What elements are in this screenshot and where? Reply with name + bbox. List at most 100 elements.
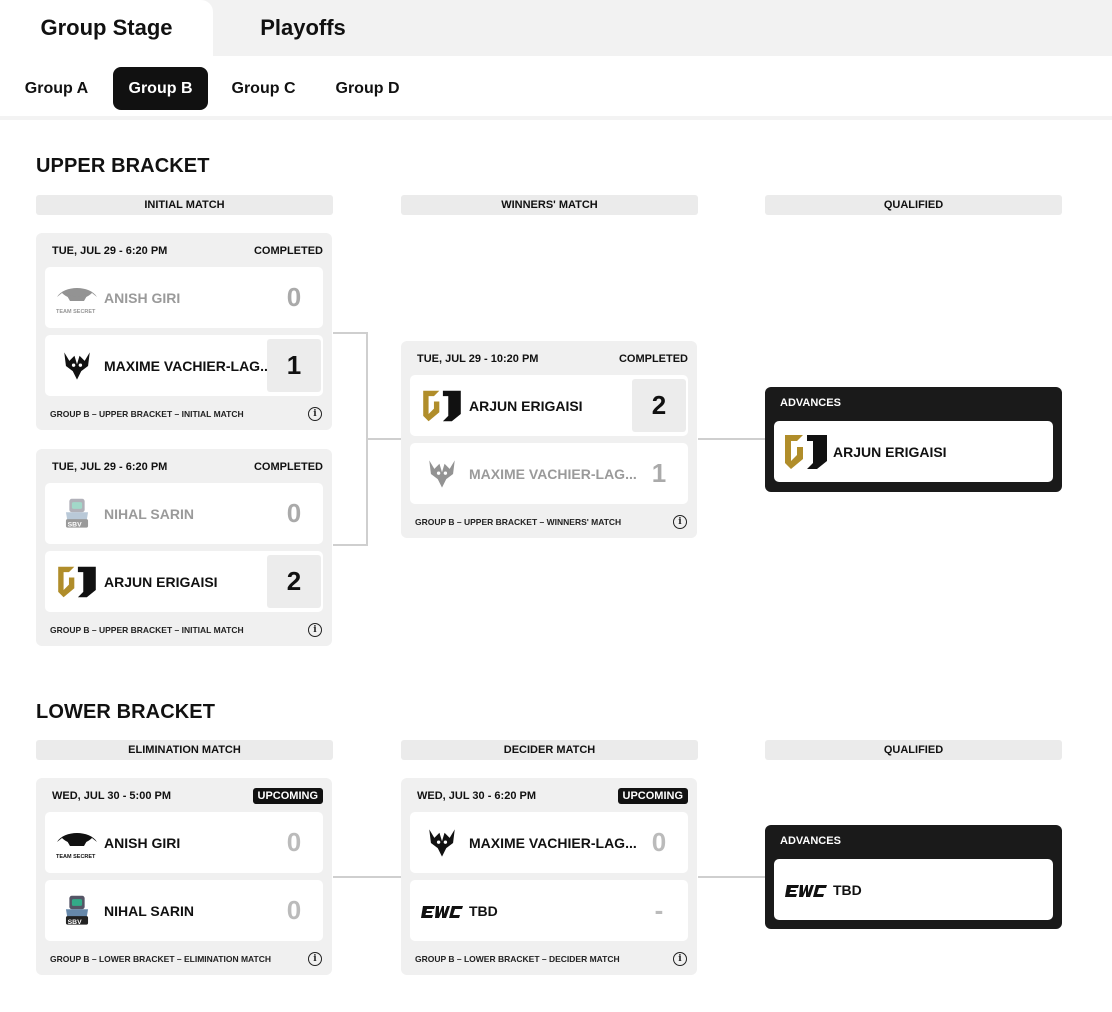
team-score: - — [654, 895, 664, 925]
team-name: MAXIME VACHIER-LAG... — [469, 834, 637, 851]
team-score: 0 — [286, 498, 302, 528]
match-label: GROUP B – UPPER BRACKET – WINNERS' MATCH — [415, 517, 622, 527]
match-header: TUE, JUL 29 - 6:20 PM COMPLETED — [52, 459, 323, 475]
stage-tabs: Group Stage Playoffs — [0, 0, 1112, 56]
team-row[interactable]: SBV NIHAL SARIN 0 — [45, 880, 323, 941]
team-score: 0 — [651, 827, 667, 857]
team-row[interactable]: ARJUN ERIGAISI 2 — [45, 551, 323, 612]
team-name: TBD — [469, 902, 498, 919]
match-date: TUE, JUL 29 - 6:20 PM — [52, 461, 168, 473]
team-score: 0 — [286, 895, 302, 925]
advances-card[interactable]: ADVANCES ARJUN ERIGAISI — [765, 387, 1062, 492]
team-row[interactable]: ARJUN ERIGAISI 2 — [410, 375, 688, 436]
sbv-logo-icon: SBV — [65, 498, 89, 529]
match-date: WED, JUL 30 - 5:00 PM — [52, 790, 171, 802]
match-header: TUE, JUL 29 - 10:20 PM COMPLETED — [417, 351, 688, 367]
tab-group-b[interactable]: Group B — [113, 67, 208, 110]
match-label: GROUP B – UPPER BRACKET – INITIAL MATCH — [50, 409, 244, 419]
status-badge: COMPLETED — [253, 245, 323, 257]
info-icon[interactable]: i — [308, 407, 322, 421]
team-name: ARJUN ERIGAISI — [104, 573, 218, 590]
gen-g-logo-icon — [423, 390, 461, 422]
team-row[interactable]: TBD - — [410, 880, 688, 941]
match-label: GROUP B – UPPER BRACKET – INITIAL MATCH — [50, 625, 244, 635]
match-card[interactable]: TUE, JUL 29 - 6:20 PM COMPLETED TEAM SEC… — [36, 233, 332, 430]
bracket-connector — [333, 876, 401, 878]
match-card[interactable]: TUE, JUL 29 - 6:20 PM COMPLETED SBV NIHA… — [36, 449, 332, 646]
info-icon[interactable]: i — [308, 952, 322, 966]
info-icon[interactable]: i — [673, 952, 687, 966]
advances-label: ADVANCES — [780, 835, 841, 847]
team-row[interactable]: SBV NIHAL SARIN 0 — [45, 483, 323, 544]
team-row[interactable]: TEAM SECRET ANISH GIRI 0 — [45, 812, 323, 873]
match-card[interactable]: TUE, JUL 29 - 10:20 PM COMPLETED ARJUN E… — [401, 341, 697, 538]
match-label: GROUP B – LOWER BRACKET – ELIMINATION MA… — [50, 954, 271, 964]
match-footer: GROUP B – UPPER BRACKET – INITIAL MATCH … — [50, 406, 322, 422]
tab-group-a[interactable]: Group A — [10, 67, 103, 110]
sbv-wordmark: SBV — [68, 522, 82, 529]
bracket-connector — [368, 438, 401, 440]
team-secret-logo-icon: TEAM SECRET — [56, 833, 97, 860]
team-name: TBD — [833, 881, 862, 898]
team-score: 1 — [267, 339, 321, 392]
team-row[interactable]: TEAM SECRET ANISH GIRI 0 — [45, 267, 323, 328]
team-secret-wordmark: TEAM SECRET — [56, 854, 96, 860]
gen-g-logo-icon — [58, 566, 96, 598]
match-footer: GROUP B – LOWER BRACKET – DECIDER MATCH … — [415, 951, 687, 967]
team-name: ANISH GIRI — [104, 834, 181, 851]
match-card[interactable]: WED, JUL 30 - 6:20 PM UPCOMING MAXIME VA… — [401, 778, 697, 975]
vitality-logo-icon — [429, 829, 455, 857]
col-initial-match: INITIAL MATCH — [36, 195, 333, 215]
status-badge: UPCOMING — [617, 788, 688, 804]
team-score: 0 — [286, 282, 302, 312]
match-header: WED, JUL 30 - 6:20 PM UPCOMING — [417, 788, 688, 804]
match-footer: GROUP B – LOWER BRACKET – ELIMINATION MA… — [50, 951, 322, 967]
advances-label: ADVANCES — [780, 397, 841, 409]
match-header: TUE, JUL 29 - 6:20 PM COMPLETED — [52, 243, 323, 259]
team-row[interactable]: MAXIME VACHIER-LAG... 0 — [410, 812, 688, 873]
col-qualified-upper: QUALIFIED — [765, 195, 1062, 215]
sbv-wordmark: SBV — [68, 919, 82, 926]
team-score: 0 — [286, 827, 302, 857]
tab-group-stage[interactable]: Group Stage — [0, 0, 213, 56]
match-date: WED, JUL 30 - 6:20 PM — [417, 790, 536, 802]
team-name: ARJUN ERIGAISI — [833, 443, 947, 460]
match-footer: GROUP B – UPPER BRACKET – WINNERS' MATCH… — [415, 514, 687, 530]
bracket-connector — [698, 438, 765, 440]
team-score: 2 — [632, 379, 686, 432]
gen-g-logo-icon — [785, 435, 827, 469]
tab-group-c[interactable]: Group C — [217, 67, 310, 110]
vitality-logo-icon — [429, 460, 455, 488]
ewc-logo-icon — [785, 885, 827, 897]
status-badge: COMPLETED — [253, 461, 323, 473]
match-header: WED, JUL 30 - 5:00 PM UPCOMING — [52, 788, 323, 804]
ewc-logo-icon — [421, 906, 463, 918]
match-date: TUE, JUL 29 - 6:20 PM — [52, 245, 168, 257]
col-elimination-match: ELIMINATION MATCH — [36, 740, 333, 760]
advances-card[interactable]: ADVANCES TBD — [765, 825, 1062, 929]
match-card[interactable]: WED, JUL 30 - 5:00 PM UPCOMING TEAM SECR… — [36, 778, 332, 975]
info-icon[interactable]: i — [673, 515, 687, 529]
status-badge: UPCOMING — [252, 788, 323, 804]
status-badge: COMPLETED — [618, 353, 688, 365]
sbv-logo-icon: SBV — [65, 895, 89, 926]
advanced-team[interactable]: ARJUN ERIGAISI — [774, 421, 1053, 482]
tab-group-d[interactable]: Group D — [320, 67, 415, 110]
bracket-connector — [333, 332, 368, 546]
team-name: ARJUN ERIGAISI — [469, 397, 583, 414]
team-row[interactable]: MAXIME VACHIER-LAG... 1 — [45, 335, 323, 396]
team-secret-logo-icon: TEAM SECRET — [56, 288, 97, 315]
match-footer: GROUP B – UPPER BRACKET – INITIAL MATCH … — [50, 622, 322, 638]
team-row[interactable]: MAXIME VACHIER-LAG... 1 — [410, 443, 688, 504]
vitality-logo-icon — [64, 352, 90, 380]
match-label: GROUP B – LOWER BRACKET – DECIDER MATCH — [415, 954, 620, 964]
info-icon[interactable]: i — [308, 623, 322, 637]
group-tabs: Group A Group B Group C Group D — [0, 56, 1112, 120]
match-date: TUE, JUL 29 - 10:20 PM — [417, 353, 539, 365]
advanced-team[interactable]: TBD — [774, 859, 1053, 920]
team-name: ANISH GIRI — [104, 289, 181, 306]
col-decider-match: DECIDER MATCH — [401, 740, 698, 760]
team-name: NIHAL SARIN — [104, 505, 194, 522]
tab-playoffs[interactable]: Playoffs — [213, 0, 393, 56]
team-score: 1 — [651, 458, 667, 488]
